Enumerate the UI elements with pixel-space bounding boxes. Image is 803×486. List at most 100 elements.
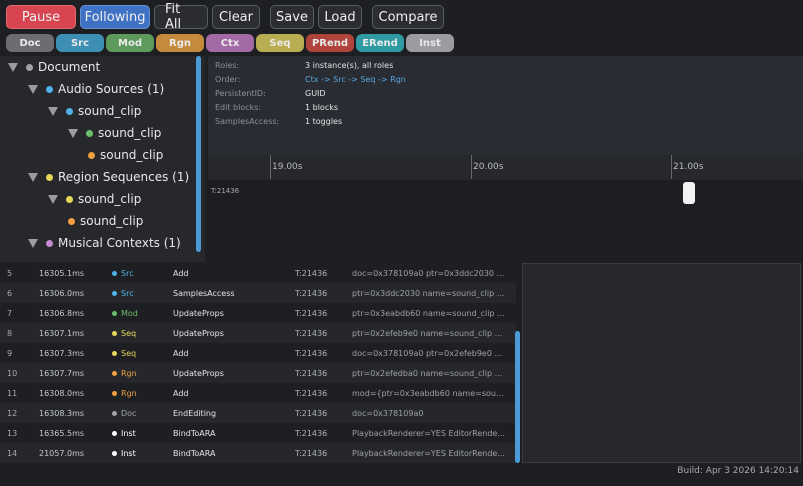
tree-node[interactable]: Audio Sources (1) — [28, 78, 164, 100]
log-thread: T:21436 — [295, 308, 328, 318]
expand-triangle-icon[interactable] — [8, 62, 18, 72]
log-index: 11 — [7, 388, 18, 398]
filter-chip-mod[interactable]: Mod — [106, 34, 154, 52]
ara-debug-window: Pause Following Fit All Clear Save Load … — [0, 0, 803, 486]
log-operation: BindToARA — [173, 428, 216, 438]
following-button[interactable]: Following — [80, 5, 150, 29]
log-thread: T:21436 — [295, 328, 328, 338]
timeline-tick-label: 20.00s — [473, 162, 504, 172]
detail-value: 1 toggles — [305, 116, 343, 126]
log-row[interactable]: 5 16305.1ms Src Add T:21436 doc=0x378109a0 pt… — [0, 263, 516, 283]
log-row[interactable]: 11 16308.0ms Rgn Add T:21436 mod={ptr=0x3eabd… — [0, 383, 516, 403]
log-category: Inst — [121, 448, 136, 458]
tree-node-label: sound_clip — [78, 104, 142, 118]
log-row[interactable]: 10 16307.7ms Rgn UpdateProps T:21436 ptr=0x2e… — [0, 363, 516, 383]
log-operation: EndEditing — [173, 408, 217, 418]
expand-triangle-icon[interactable] — [68, 128, 78, 138]
category-dot-icon — [112, 391, 117, 396]
log-category: Seq — [121, 328, 137, 338]
tree-node[interactable]: sound_clip — [48, 100, 141, 122]
timeline-ruler[interactable]: 19.00s 20.00s 21.00s — [208, 155, 803, 180]
category-dot-icon — [86, 129, 93, 137]
detail-row: Order: Ctx -> Src -> Seq -> Rgn — [215, 72, 406, 86]
filter-chip-erend[interactable]: ERend — [356, 34, 404, 52]
log-category: Rgn — [121, 388, 137, 398]
filter-chip-rgn[interactable]: Rgn — [156, 34, 204, 52]
log-index: 14 — [7, 448, 18, 458]
tree-node[interactable]: sound_clip — [68, 122, 161, 144]
tree-node-label: Musical Contexts (1) — [58, 236, 181, 250]
log-timestamp: 16306.8ms — [39, 308, 85, 318]
fit-all-button[interactable]: Fit All — [154, 2, 208, 32]
tree-node-label: sound_clip — [100, 148, 164, 162]
compare-button[interactable]: Compare — [372, 5, 444, 29]
save-button[interactable]: Save — [270, 5, 314, 29]
pause-button[interactable]: Pause — [6, 5, 76, 29]
log-detail: ptr=0x2efeb9e0 name=sound_clip ... — [352, 328, 503, 338]
log-detail: doc=0x378109a0 — [352, 408, 424, 418]
expand-triangle-icon[interactable] — [48, 194, 58, 204]
detail-row: SamplesAccess: 1 toggles — [215, 114, 342, 128]
tree-node-label: Region Sequences (1) — [58, 170, 190, 184]
detail-label: SamplesAccess: — [215, 116, 280, 126]
log-timestamp: 16308.3ms — [39, 408, 85, 418]
tree-node[interactable]: sound_clip — [48, 188, 141, 210]
category-dot-icon — [68, 217, 75, 225]
tree-node-label: sound_clip — [80, 214, 144, 228]
filter-chip-seq[interactable]: Seq — [256, 34, 304, 52]
category-dot-icon — [66, 195, 73, 203]
log-row[interactable]: 14 21057.0ms Inst BindToARA T:21436 PlaybackR… — [0, 443, 516, 463]
build-status: Build: Apr 3 2026 14:20:14 — [677, 466, 799, 476]
detail-value: GUID — [305, 88, 326, 98]
log-row[interactable]: 9 16307.3ms Seq Add T:21436 doc=0x378109a0 pt… — [0, 343, 516, 363]
log-operation: BindToARA — [173, 448, 216, 458]
log-category: Seq — [121, 348, 137, 358]
tree-node-label: sound_clip — [98, 126, 162, 140]
category-dot-icon — [112, 311, 117, 316]
log-row[interactable]: 12 16308.3ms Doc EndEditing T:21436 doc=0x378… — [0, 403, 516, 423]
log-scrollbar[interactable] — [515, 331, 520, 463]
timeline-event-marker[interactable] — [683, 182, 695, 204]
tree-scrollbar[interactable] — [196, 56, 201, 252]
tree-node[interactable]: Musical Contexts (1) — [28, 232, 181, 254]
filter-chip-inst[interactable]: Inst — [406, 34, 454, 52]
filter-chip-src[interactable]: Src — [56, 34, 104, 52]
log-row[interactable]: 13 16365.5ms Inst BindToARA T:21436 PlaybackR… — [0, 423, 516, 443]
log-timestamp: 16305.1ms — [39, 268, 85, 278]
toolbar: Pause Following Fit All Clear Save Load … — [6, 2, 444, 32]
detail-row: Roles: 3 instance(s), all roles — [215, 58, 393, 72]
expand-triangle-icon[interactable] — [28, 84, 38, 94]
tree-node[interactable]: Region Sequences (1) — [28, 166, 189, 188]
log-category: Inst — [121, 428, 136, 438]
log-row[interactable]: 6 16306.0ms Src SamplesAccess T:21436 ptr=0x3… — [0, 283, 516, 303]
log-row[interactable]: 7 16306.8ms Mod UpdateProps T:21436 ptr=0x3ea… — [0, 303, 516, 323]
log-operation: Add — [173, 268, 189, 278]
log-index: 5 — [7, 268, 13, 278]
tree-node[interactable]: sound_clip — [68, 210, 143, 232]
log-thread: T:21436 — [295, 428, 328, 438]
load-button[interactable]: Load — [318, 5, 362, 29]
expand-triangle-icon[interactable] — [28, 172, 38, 182]
log-timestamp: 16306.0ms — [39, 288, 85, 298]
log-index: 10 — [7, 368, 18, 378]
tree-node[interactable]: sound_clip — [88, 144, 163, 166]
filter-chip-doc[interactable]: Doc — [6, 34, 54, 52]
tree-node-label: sound_clip — [78, 192, 142, 206]
log-row[interactable]: 8 16307.1ms Seq UpdateProps T:21436 ptr=0x2ef… — [0, 323, 516, 343]
filter-chip-prend[interactable]: PRend — [306, 34, 354, 52]
log-thread: T:21436 — [295, 268, 328, 278]
detail-label: Edit blocks: — [215, 102, 262, 112]
log-operation: Add — [173, 348, 189, 358]
expand-triangle-icon[interactable] — [28, 238, 38, 248]
timeline-tick — [471, 155, 472, 179]
clear-button[interactable]: Clear — [212, 5, 260, 29]
timeline-tick-label: 19.00s — [272, 162, 303, 172]
timeline-lane[interactable]: T:21436 — [208, 180, 803, 206]
filter-chip-ctx[interactable]: Ctx — [206, 34, 254, 52]
detail-value: 1 blocks — [305, 102, 339, 112]
tree-node[interactable]: Document — [8, 56, 100, 78]
log-thread: T:21436 — [295, 288, 328, 298]
expand-triangle-icon[interactable] — [48, 106, 58, 116]
category-dot-icon — [112, 331, 117, 336]
log-detail: doc=0x378109a0 ptr=0x3ddc2030 ... — [352, 268, 505, 278]
